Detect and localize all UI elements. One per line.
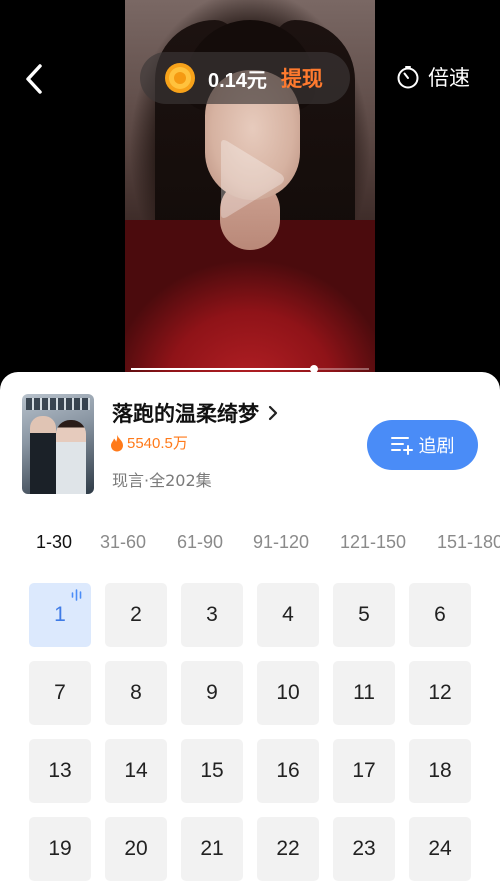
episode-button[interactable]: 3 — [181, 583, 243, 647]
range-tab[interactable]: 151-180 — [437, 532, 500, 553]
episode-button[interactable]: 10 — [257, 661, 319, 725]
episode-button[interactable]: 6 — [409, 583, 471, 647]
episode-number: 19 — [48, 837, 72, 860]
heat-value: 5540.5万 — [127, 435, 188, 452]
coin-icon — [165, 63, 195, 93]
episode-number: 15 — [200, 759, 224, 782]
drama-title-link[interactable]: 落跑的温柔绮梦 — [112, 398, 279, 428]
range-tab[interactable]: 31-60 — [100, 532, 146, 553]
progress-bar[interactable] — [131, 365, 369, 373]
episode-button[interactable]: 2 — [105, 583, 167, 647]
withdraw-button[interactable]: 提现 — [281, 63, 323, 93]
episode-button[interactable]: 17 — [333, 739, 395, 803]
episode-number: 13 — [48, 759, 72, 782]
episode-number: 23 — [352, 837, 376, 860]
drama-meta: 现言·全202集 — [112, 471, 212, 490]
add-to-list-icon — [390, 437, 413, 455]
drama-title: 落跑的温柔绮梦 — [112, 402, 259, 426]
speed-icon — [397, 66, 419, 89]
range-tab[interactable]: 61-90 — [177, 532, 223, 553]
reward-pill[interactable]: 0.14元 提现 — [140, 52, 350, 104]
fire-icon — [111, 434, 123, 451]
episode-button[interactable]: 4 — [257, 583, 319, 647]
episode-number: 4 — [282, 603, 294, 626]
range-tab[interactable]: 121-150 — [340, 532, 406, 553]
episode-number: 17 — [352, 759, 376, 782]
speed-label: 倍速 — [428, 66, 470, 90]
follow-button[interactable]: 追剧 — [367, 420, 478, 470]
episode-button[interactable]: 8 — [105, 661, 167, 725]
episode-number: 24 — [428, 837, 452, 860]
episode-button[interactable]: 20 — [105, 817, 167, 881]
reward-amount: 0.14元 — [208, 69, 267, 92]
episode-number: 11 — [353, 681, 375, 704]
episode-number: 18 — [428, 759, 452, 782]
follow-label: 追剧 — [418, 436, 455, 457]
episode-sheet: 落跑的温柔绮梦 5540.5万 现言·全202集 追剧 1-30 31-60 6… — [0, 372, 500, 890]
episode-number: 10 — [276, 681, 300, 704]
video-player[interactable]: 0.14元 提现 倍速 — [0, 0, 500, 380]
cover-figure-female — [56, 420, 86, 494]
episode-button[interactable]: 21 — [181, 817, 243, 881]
episode-button[interactable]: 15 — [181, 739, 243, 803]
episode-number: 9 — [206, 681, 218, 704]
episode-button[interactable]: 13 — [29, 739, 91, 803]
heat-row: 5540.5万 — [110, 432, 188, 453]
episode-button[interactable]: 22 — [257, 817, 319, 881]
now-playing-icon — [71, 589, 82, 601]
episode-button[interactable]: 18 — [409, 739, 471, 803]
episode-number: 2 — [130, 603, 142, 626]
chevron-right-icon — [268, 405, 278, 421]
episode-button[interactable]: 19 — [29, 817, 91, 881]
episode-button[interactable]: 7 — [29, 661, 91, 725]
episode-button[interactable]: 5 — [333, 583, 395, 647]
episode-number: 14 — [124, 759, 148, 782]
range-tab[interactable]: 1-30 — [36, 532, 72, 553]
episode-number: 5 — [358, 603, 370, 626]
speed-button[interactable]: 倍速 — [396, 62, 470, 92]
progress-fill — [131, 368, 315, 370]
cover-title-art — [26, 398, 90, 410]
range-tab[interactable]: 91-120 — [253, 532, 309, 553]
episode-button[interactable]: 12 — [409, 661, 471, 725]
episode-number: 3 — [206, 603, 218, 626]
episode-number: 7 — [54, 681, 66, 704]
episode-button[interactable]: 1 — [29, 583, 91, 647]
episode-number: 1 — [54, 603, 66, 626]
episode-button[interactable]: 9 — [181, 661, 243, 725]
episode-range-tabs: 1-30 31-60 61-90 91-120 121-150 151-180 — [36, 532, 500, 562]
episode-number: 12 — [428, 681, 452, 704]
episode-number: 22 — [276, 837, 300, 860]
episode-number: 8 — [130, 681, 142, 704]
episode-number: 16 — [276, 759, 300, 782]
episode-number: 21 — [200, 837, 224, 860]
episode-button[interactable]: 14 — [105, 739, 167, 803]
back-icon[interactable] — [20, 62, 50, 96]
play-icon[interactable] — [215, 138, 285, 220]
episode-button[interactable]: 16 — [257, 739, 319, 803]
drama-cover[interactable] — [22, 394, 94, 494]
episode-button[interactable]: 24 — [409, 817, 471, 881]
cover-figure-male — [30, 416, 56, 494]
episode-number: 20 — [124, 837, 148, 860]
episode-number: 6 — [434, 603, 446, 626]
episode-button[interactable]: 23 — [333, 817, 395, 881]
episode-button[interactable]: 11 — [333, 661, 395, 725]
